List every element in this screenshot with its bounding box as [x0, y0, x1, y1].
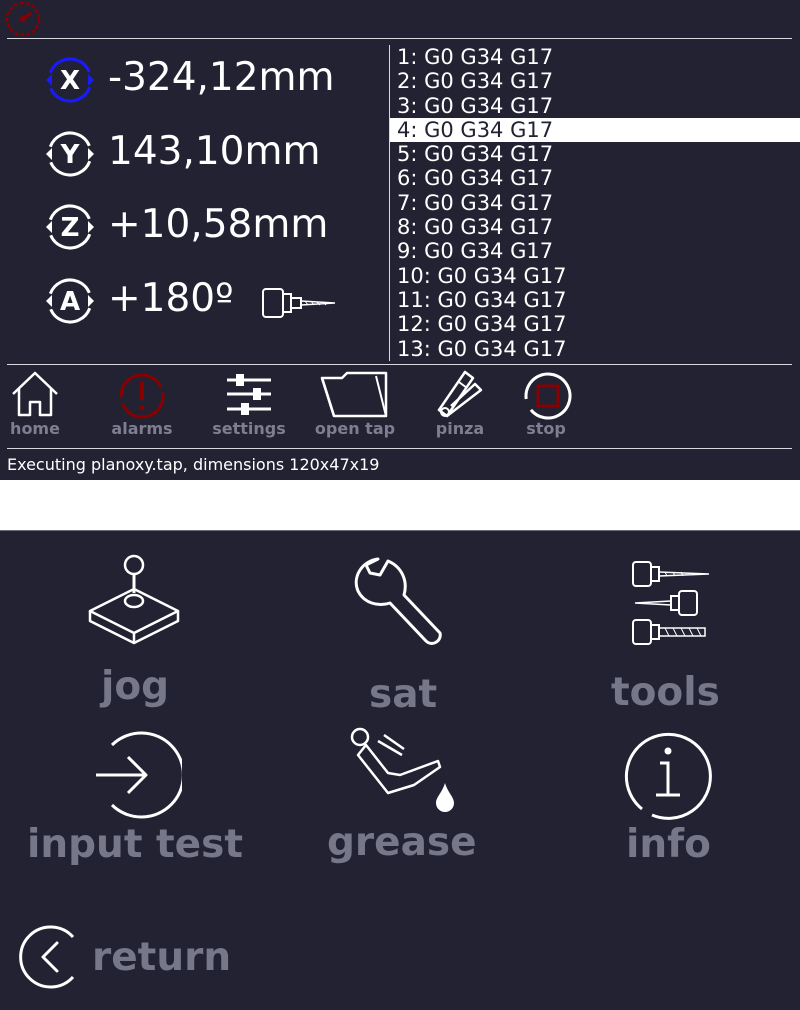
stop-icon	[524, 372, 572, 420]
gcode-line[interactable]: 6: G0 G34 G17	[390, 166, 800, 190]
wrench-icon	[354, 557, 442, 645]
axis-y-icon: Y	[46, 131, 94, 177]
alarms-label: alarms	[111, 419, 173, 438]
jog-button[interactable]: jog	[80, 551, 190, 711]
oil-can-icon	[350, 727, 454, 812]
gcode-line[interactable]: 4: G0 G34 G17	[390, 117, 800, 143]
toolbar-top-divider	[7, 364, 792, 365]
input-test-button[interactable]: input test	[20, 721, 260, 871]
axis-a-value: +180º	[108, 276, 234, 321]
svg-text:Z: Z	[61, 213, 80, 243]
gcode-line[interactable]: 3: G0 G34 G17	[390, 94, 800, 118]
joystick-icon	[88, 554, 180, 645]
gcode-line[interactable]: 1: G0 G34 G17	[390, 45, 800, 69]
gcode-line[interactable]: 7: G0 G34 G17	[390, 191, 800, 215]
gcode-line[interactable]: 8: G0 G34 G17	[390, 215, 800, 239]
axis-z-icon: Z	[46, 204, 94, 250]
grease-button[interactable]: grease	[320, 721, 490, 871]
back-icon	[19, 925, 75, 989]
header-divider	[7, 38, 792, 39]
machine-status-panel: X -324,12mm Y 143,10mm Z +10,58mm A +180º 1: G0…	[0, 0, 800, 480]
svg-text:A: A	[60, 287, 80, 317]
jog-label: jog	[101, 664, 170, 709]
gcode-list[interactable]: 1: G0 G34 G17 2: G0 G34 G17 3: G0 G34 G17 4…	[390, 45, 800, 361]
stop-button[interactable]: stop	[517, 368, 575, 438]
alarm-icon	[119, 373, 165, 419]
tools-icon	[632, 561, 710, 645]
input-arrow-icon	[96, 731, 182, 819]
gcode-line[interactable]: 10: G0 G34 G17	[390, 264, 800, 288]
axis-row-z[interactable]: Z +10,58mm	[42, 199, 382, 255]
collet-icon	[437, 370, 483, 418]
gcode-line[interactable]: 2: G0 G34 G17	[390, 69, 800, 93]
axis-x-icon: X	[46, 57, 94, 103]
folder-open-icon	[320, 371, 388, 418]
alarms-button[interactable]: alarms	[107, 368, 177, 438]
home-button[interactable]: home	[5, 368, 65, 438]
return-button[interactable]: return	[15, 921, 255, 991]
tools-button[interactable]: tools	[605, 551, 735, 716]
gcode-line[interactable]: 12: G0 G34 G17	[390, 312, 800, 336]
toolbar-bottom-divider	[7, 448, 792, 449]
settings-label: settings	[212, 419, 286, 438]
open-tap-label: open tap	[314, 419, 396, 438]
settings-button[interactable]: settings	[206, 368, 292, 438]
pinza-label: pinza	[435, 419, 485, 438]
main-menu-panel: jog sat tools input test grease info ret…	[0, 530, 800, 1010]
svg-text:X: X	[60, 66, 80, 96]
spindle-tool-icon	[262, 288, 336, 318]
home-icon	[12, 371, 58, 417]
svg-text:Y: Y	[60, 140, 81, 170]
axis-row-y[interactable]: Y 143,10mm	[42, 126, 382, 182]
home-label: home	[10, 419, 60, 438]
sliders-icon	[227, 374, 271, 415]
info-icon	[624, 732, 712, 820]
axis-row-x[interactable]: X -324,12mm	[42, 52, 382, 108]
gcode-line[interactable]: 13: G0 G34 G17	[390, 337, 800, 361]
sat-button[interactable]: sat	[340, 551, 470, 717]
gcode-line[interactable]: 9: G0 G34 G17	[390, 239, 800, 263]
return-label: return	[92, 935, 232, 980]
tools-label: tools	[611, 670, 720, 715]
sat-label: sat	[369, 672, 438, 717]
axis-a-icon: A	[46, 278, 94, 324]
pinza-button[interactable]: pinza	[430, 368, 490, 438]
stop-label: stop	[526, 419, 566, 438]
speedometer-icon[interactable]	[4, 1, 42, 37]
open-tap-button[interactable]: open tap	[310, 368, 400, 438]
axis-z-value: +10,58mm	[108, 202, 329, 247]
grease-label: grease	[327, 820, 477, 865]
gcode-line[interactable]: 11: G0 G34 G17	[390, 288, 800, 312]
input-test-label: input test	[27, 822, 243, 867]
info-button[interactable]: info	[610, 721, 730, 871]
axis-x-value: -324,12mm	[108, 55, 335, 100]
info-label: info	[626, 822, 711, 867]
axis-y-value: 143,10mm	[108, 129, 321, 174]
gcode-line[interactable]: 5: G0 G34 G17	[390, 142, 800, 166]
status-message: Executing planoxy.tap, dimensions 120x47…	[7, 455, 380, 474]
